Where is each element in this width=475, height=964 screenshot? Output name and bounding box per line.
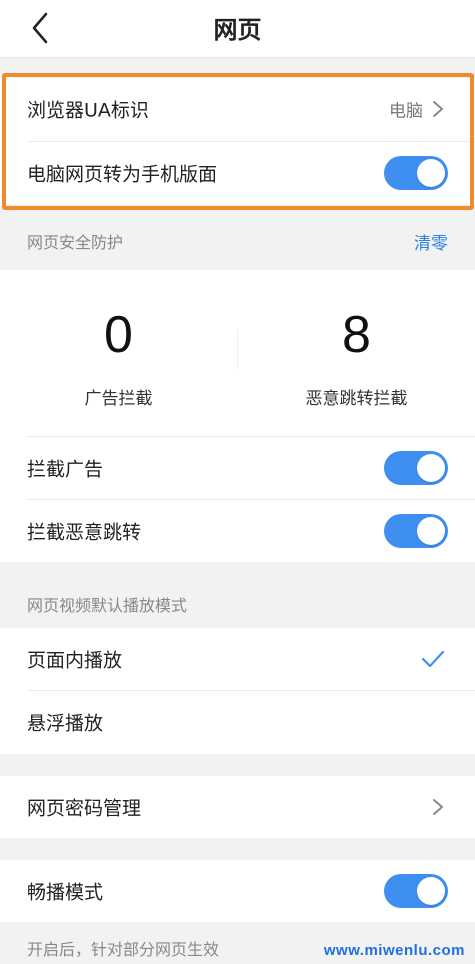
toggle-knob (417, 517, 445, 545)
redirect-block-count: 8 (342, 306, 371, 364)
block-ads-toggle[interactable] (384, 451, 448, 485)
chevron-right-icon (433, 799, 443, 815)
ua-settings-card: 浏览器UA标识 电脑 电脑网页转为手机版面 (0, 78, 475, 205)
watermark-text: www.miwenlu.com (323, 942, 465, 959)
inline-play-option[interactable]: 页面内播放 (0, 628, 475, 690)
checkmark-icon (421, 650, 445, 668)
ua-setting-row[interactable]: 浏览器UA标识 电脑 (0, 78, 475, 140)
block-redirect-label: 拦截恶意跳转 (27, 521, 142, 544)
block-ads-row: 拦截广告 (0, 437, 475, 499)
toggle-knob (417, 159, 445, 187)
toggle-knob (417, 454, 445, 482)
chevron-right-icon (433, 101, 443, 117)
security-section-label: 网页安全防护 (27, 233, 124, 252)
block-redirect-toggle[interactable] (384, 514, 448, 548)
ad-block-label: 广告拦截 (84, 389, 153, 409)
smooth-mode-label: 畅播模式 (27, 881, 104, 904)
smooth-mode-row: 畅播模式 (0, 860, 475, 922)
toggle-knob (417, 877, 445, 905)
page-title: 网页 (213, 16, 262, 44)
password-manager-label: 网页密码管理 (27, 797, 142, 820)
clear-button[interactable]: 清零 (414, 229, 448, 254)
redirect-block-label: 恶意跳转拦截 (305, 389, 408, 409)
mobile-layout-label: 电脑网页转为手机版面 (27, 163, 218, 186)
video-section-label: 网页视频默认播放模式 (27, 596, 188, 615)
block-redirect-row: 拦截恶意跳转 (0, 500, 475, 562)
stat-separator (237, 330, 238, 370)
smooth-mode-toggle[interactable] (384, 874, 448, 908)
mobile-layout-row: 电脑网页转为手机版面 (0, 142, 475, 204)
block-ads-label: 拦截广告 (27, 458, 104, 481)
ad-block-count: 0 (104, 306, 133, 364)
mobile-layout-toggle[interactable] (384, 156, 448, 190)
password-manager-row[interactable]: 网页密码管理 (0, 776, 475, 838)
smooth-mode-note: 开启后，针对部分网页生效 (27, 940, 220, 959)
inline-play-label: 页面内播放 (27, 649, 123, 672)
float-play-option[interactable]: 悬浮播放 (0, 691, 475, 753)
top-bar: 网页 (0, 0, 475, 58)
float-play-label: 悬浮播放 (27, 712, 104, 735)
ua-value: 电脑 (389, 101, 423, 122)
ua-label: 浏览器UA标识 (27, 99, 149, 122)
